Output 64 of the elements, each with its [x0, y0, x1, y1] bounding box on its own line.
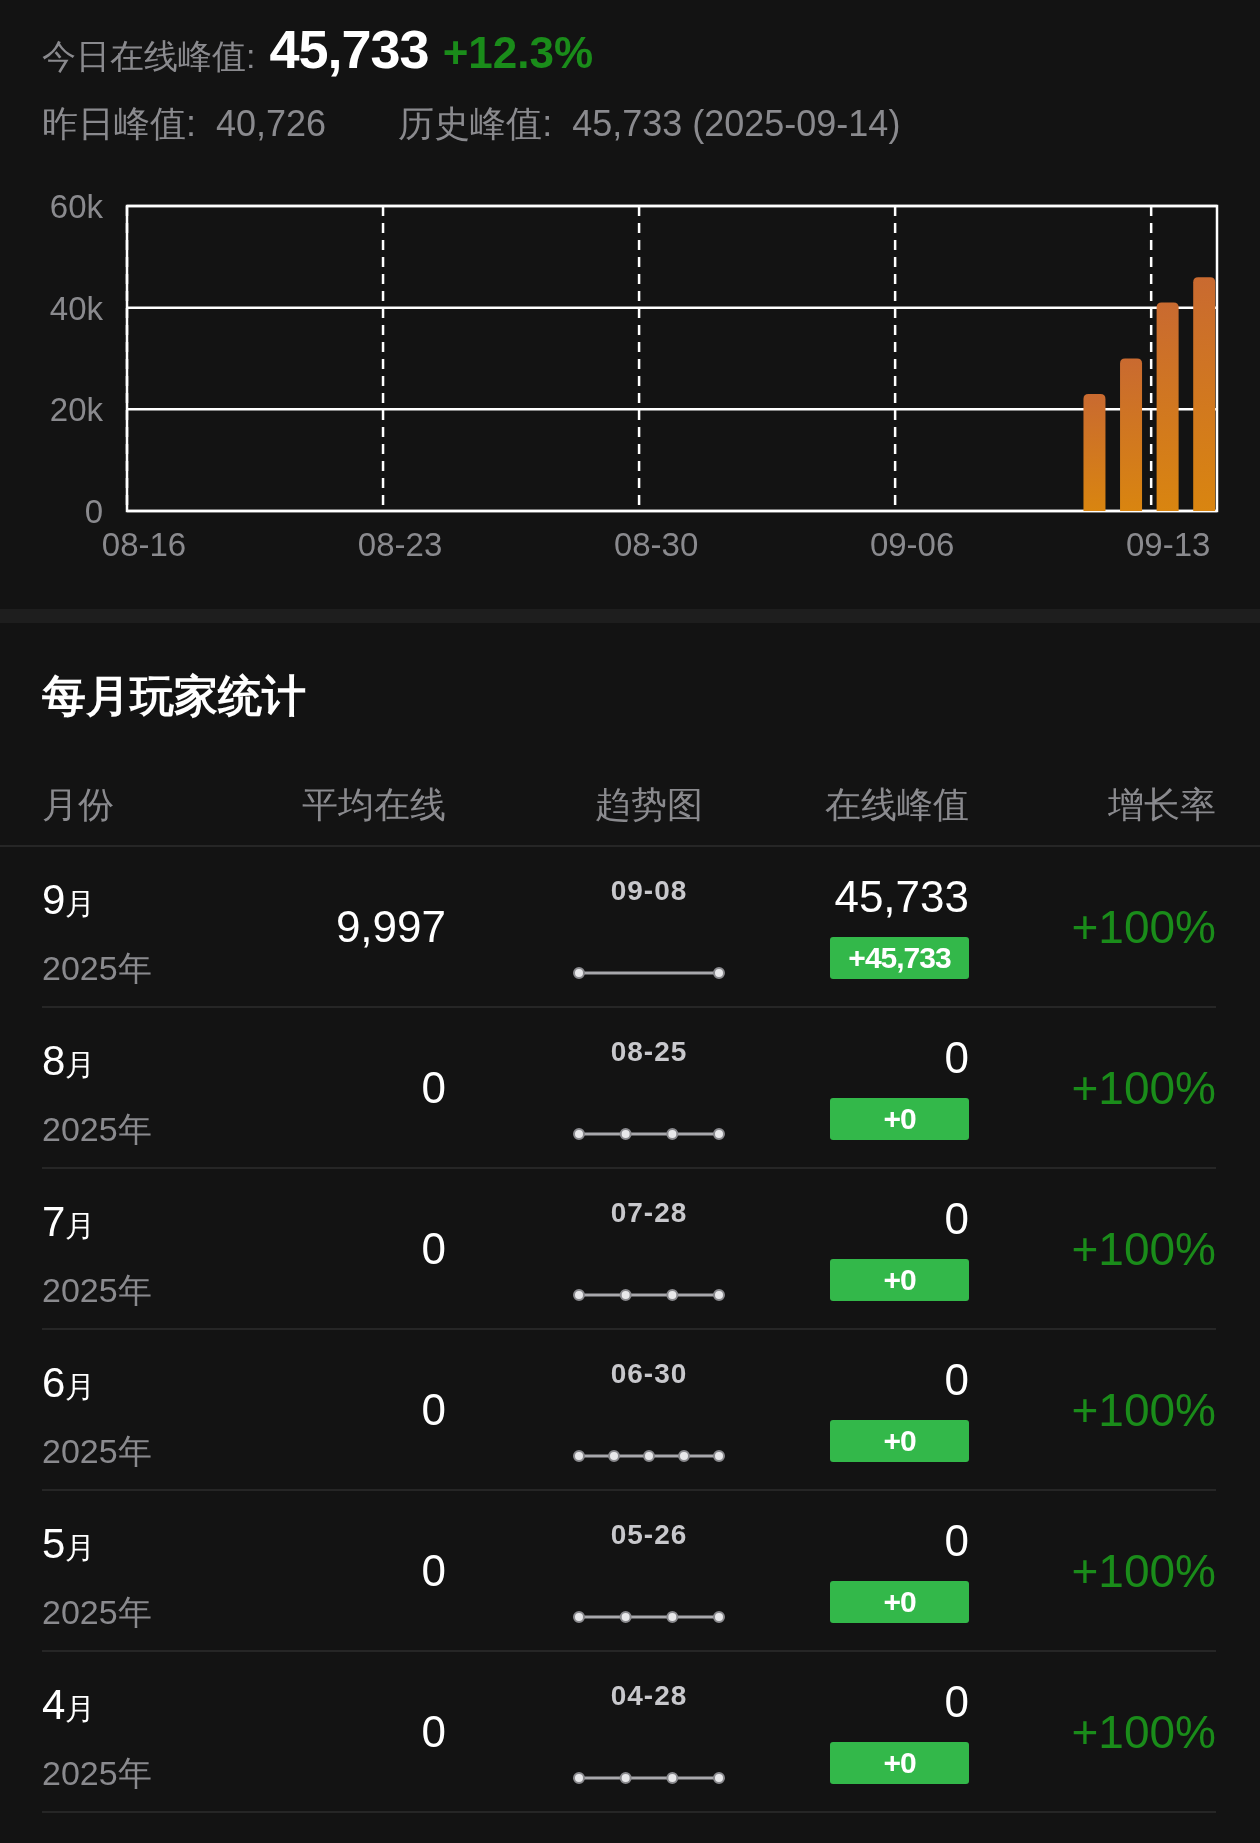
change-badge: +0 [830, 1259, 969, 1301]
axis-label: 08-30 [613, 526, 699, 563]
month-label: 7月 [42, 1199, 97, 1247]
month-label: 5月 [42, 1521, 97, 1569]
axis-label: 0 [84, 493, 103, 530]
trend-date: 05-26 [610, 1519, 688, 1551]
column-header: 月份 [42, 782, 115, 827]
month-label: 8月 [42, 1038, 97, 1086]
trend-date: 07-28 [610, 1197, 688, 1229]
change-value: +12.3% [442, 28, 594, 78]
peak-value: 0 [944, 1195, 969, 1243]
year-label: 2025年 [42, 1431, 153, 1471]
axis-label: 09-13 [1125, 526, 1211, 563]
average-value: 0 [421, 1223, 446, 1274]
stat-value: 40,726 [216, 103, 327, 145]
peak-value: 0 [944, 1678, 969, 1726]
peak-value: 45,733 [834, 873, 969, 921]
axis-label: 08-23 [357, 526, 443, 563]
average-value: 0 [421, 1706, 446, 1757]
stat-label: 今日在线峰值: [42, 36, 256, 77]
growth-rate: +100% [1071, 1221, 1216, 1276]
peak-value: 0 [944, 1517, 969, 1565]
year-label: 2025年 [42, 1753, 153, 1793]
year-label: 2025年 [42, 1109, 153, 1149]
change-badge: +0 [830, 1581, 969, 1623]
month-label: 6月 [42, 1360, 97, 1408]
month-label: 9月 [42, 877, 97, 925]
stat-label: 昨日峰值: [42, 102, 196, 146]
change-badge: +0 [830, 1420, 969, 1462]
month-label: 4月 [42, 1682, 97, 1730]
stat-value: 45,733 [269, 18, 429, 80]
average-value: 0 [421, 1384, 446, 1435]
peak-value: 0 [944, 1356, 969, 1404]
stat-value: 45,733 (2025-09-14) [572, 103, 901, 145]
trend-date: 04-28 [610, 1680, 688, 1712]
peak-value: 0 [944, 1034, 969, 1082]
column-header: 平均在线 [301, 782, 446, 827]
axis-label: 08-16 [101, 526, 187, 563]
section-title: 每月玩家统计 [41, 670, 307, 722]
change-badge: +0 [830, 1742, 969, 1784]
year-label: 2025年 [42, 1270, 153, 1310]
growth-rate: +100% [1071, 899, 1216, 954]
column-header: 在线峰值 [824, 782, 969, 827]
trend-date: 08-25 [610, 1036, 688, 1068]
column-header: 增长率 [1107, 782, 1216, 827]
axis-label: 60k [49, 188, 103, 225]
stat-label: 历史峰值: [398, 102, 553, 146]
year-label: 2025年 [42, 948, 153, 988]
change-badge: +45,733 [830, 937, 969, 979]
growth-rate: +100% [1071, 1060, 1216, 1115]
axis-label: 09-06 [869, 526, 955, 563]
column-header: 趋势图 [594, 782, 704, 827]
change-badge: +0 [830, 1098, 969, 1140]
axis-label: 20k [49, 391, 103, 429]
average-value: 0 [421, 1062, 446, 1113]
average-value: 0 [421, 1545, 446, 1596]
trend-date: 06-30 [610, 1358, 688, 1390]
growth-rate: +100% [1071, 1543, 1216, 1598]
average-value: 9,997 [335, 901, 446, 952]
growth-rate: +100% [1071, 1382, 1216, 1437]
trend-date: 09-08 [610, 875, 688, 907]
growth-rate: +100% [1071, 1704, 1216, 1759]
year-label: 2025年 [42, 1592, 153, 1632]
axis-label: 40k [49, 289, 103, 327]
